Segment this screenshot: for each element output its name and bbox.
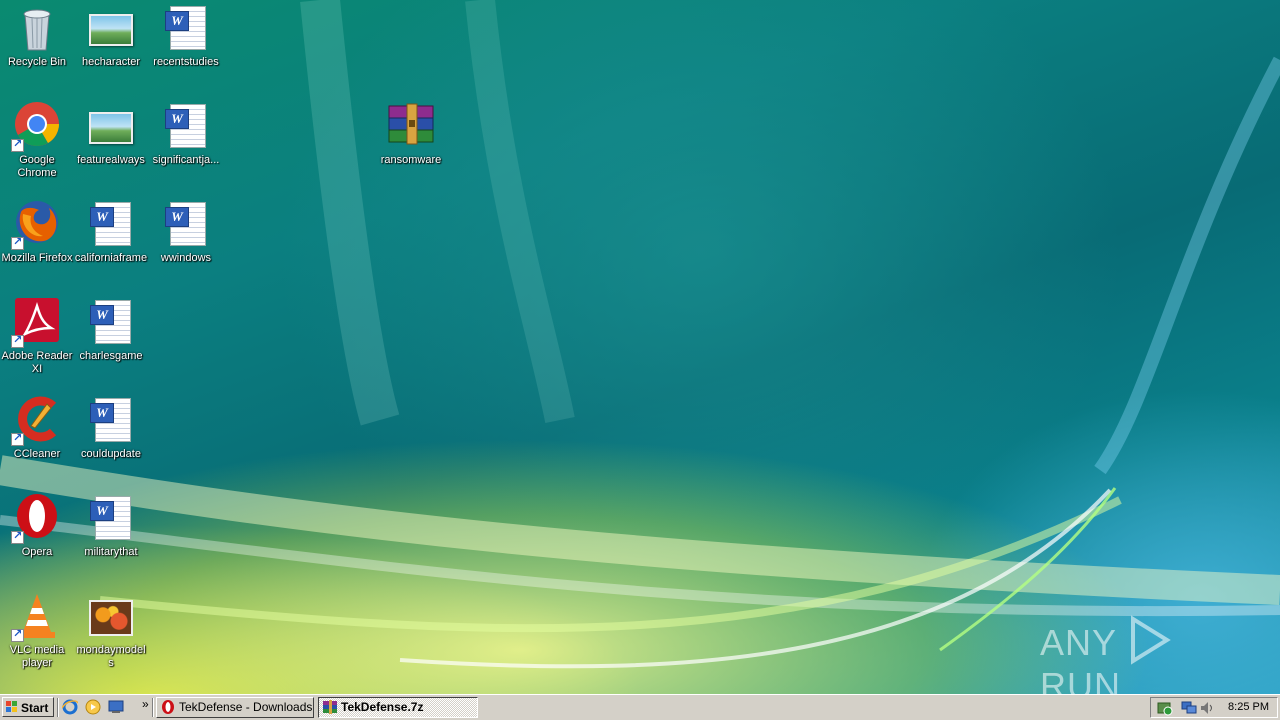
recycle-bin-icon [13,4,61,52]
icon-label: Recycle Bin [7,56,67,68]
winrar-archive-icon [387,102,435,150]
taskbar-separator [57,698,59,717]
word-document-icon: W [87,494,135,542]
desktop-icon-adobe-reader[interactable]: Adobe Reader XI [0,298,74,376]
desktop-icon-ransomware[interactable]: ransomware [374,102,448,167]
icon-label: Adobe Reader XI [1,350,73,375]
chrome-icon [11,102,61,152]
icon-label: wwindows [160,252,212,264]
desktop-icon-featurealways[interactable]: featurealways [74,102,148,167]
icon-label: recentstudies [153,56,219,68]
icon-label: significantja... [152,154,220,166]
word-document-icon: W [162,102,210,150]
word-document-icon: W [162,4,210,52]
desktop-icon-ccleaner[interactable]: CCleaner [0,396,74,461]
desktop-icon-mozilla-firefox[interactable]: Mozilla Firefox [0,200,74,265]
taskbar-button-winrar-tekdefense[interactable]: TekDefense.7z [318,697,478,718]
anyrun-watermark: ANY RUN [1040,615,1240,694]
shortcut-arrow-icon [11,627,24,642]
desktop-icon-recentstudies[interactable]: W recentstudies [149,4,223,69]
windows-flag-icon [6,701,18,713]
desktop-icon-vlc[interactable]: VLC media player [0,592,74,670]
word-document-icon: W [87,298,135,346]
adobe-reader-icon [11,298,61,348]
clock[interactable]: 8:25 PM [1228,701,1269,713]
image-file-icon [87,592,135,640]
watermark-right: RUN [1040,665,1121,694]
vlc-cone-icon [11,592,61,642]
icon-label: charlesgame [79,350,143,362]
taskbar-button-label: TekDefense.7z [341,700,424,714]
system-tray: 8:25 PM [1150,697,1278,718]
image-file-icon [87,4,135,52]
show-desktop-icon[interactable] [108,699,124,715]
desktop-icon-google-chrome[interactable]: Google Chrome [0,102,74,180]
taskbar-button-label: TekDefense - Downloads... [179,700,314,714]
icon-label: ransomware [380,154,442,166]
desktop: Recycle Bin hecharacter W recentstudies … [0,0,1280,694]
quicklaunch-overflow-chevron[interactable]: » [142,697,149,711]
desktop-icon-californiaframe[interactable]: W californiaframe [74,200,148,265]
shortcut-arrow-icon [11,431,24,446]
shortcut-arrow-icon [11,333,24,348]
desktop-icon-recycle-bin[interactable]: Recycle Bin [0,4,74,69]
image-file-icon [87,102,135,150]
word-document-icon: W [87,200,135,248]
watermark-left: ANY [1040,622,1117,663]
ccleaner-icon [11,396,61,446]
winrar-archive-icon [323,700,337,714]
security-shield-icon[interactable] [1157,700,1173,716]
internet-explorer-icon[interactable] [62,699,78,715]
taskbar-button-opera-tekdefense[interactable]: TekDefense - Downloads... [156,697,314,718]
desktop-icon-hecharacter[interactable]: hecharacter [74,4,148,69]
taskbar: Start » TekDefense - Downloads... TekDef… [0,694,1280,720]
shortcut-arrow-icon [11,137,24,152]
media-player-icon[interactable] [85,699,101,715]
icon-label: Google Chrome [17,154,57,179]
firefox-icon [11,200,61,250]
opera-icon [162,700,174,714]
word-document-icon: W [162,200,210,248]
taskbar-separator [152,698,154,717]
icon-label: Mozilla Firefox [1,252,73,264]
icon-label: featurealways [77,154,145,166]
network-icon[interactable] [1181,700,1197,716]
icon-label: militarythat [84,546,138,558]
icon-label: hecharacter [81,56,141,68]
shortcut-arrow-icon [11,529,24,544]
icon-label: californiaframe [74,252,148,264]
shortcut-arrow-icon [11,235,24,250]
opera-icon [11,494,61,544]
desktop-icon-wwindows[interactable]: W wwindows [149,200,223,265]
desktop-icon-opera[interactable]: Opera [0,494,74,559]
desktop-icon-mondaymodels[interactable]: mondaymodels [74,592,148,670]
icon-label: Opera [21,546,53,558]
start-button[interactable]: Start [2,697,54,717]
play-logo-icon [1131,615,1172,665]
start-label: Start [21,701,49,715]
icon-label: CCleaner [13,448,61,460]
desktop-icon-charlesgame[interactable]: W charlesgame [74,298,148,363]
desktop-icon-couldupdate[interactable]: W couldupdate [74,396,148,461]
icon-label: couldupdate [81,448,141,460]
icon-label: VLC media player [9,644,65,669]
desktop-icon-significantja[interactable]: W significantja... [149,102,223,167]
desktop-icon-militarythat[interactable]: W militarythat [74,494,148,559]
word-document-icon: W [87,396,135,444]
volume-icon[interactable] [1199,700,1215,716]
icon-label: mondaymodels [76,644,146,669]
